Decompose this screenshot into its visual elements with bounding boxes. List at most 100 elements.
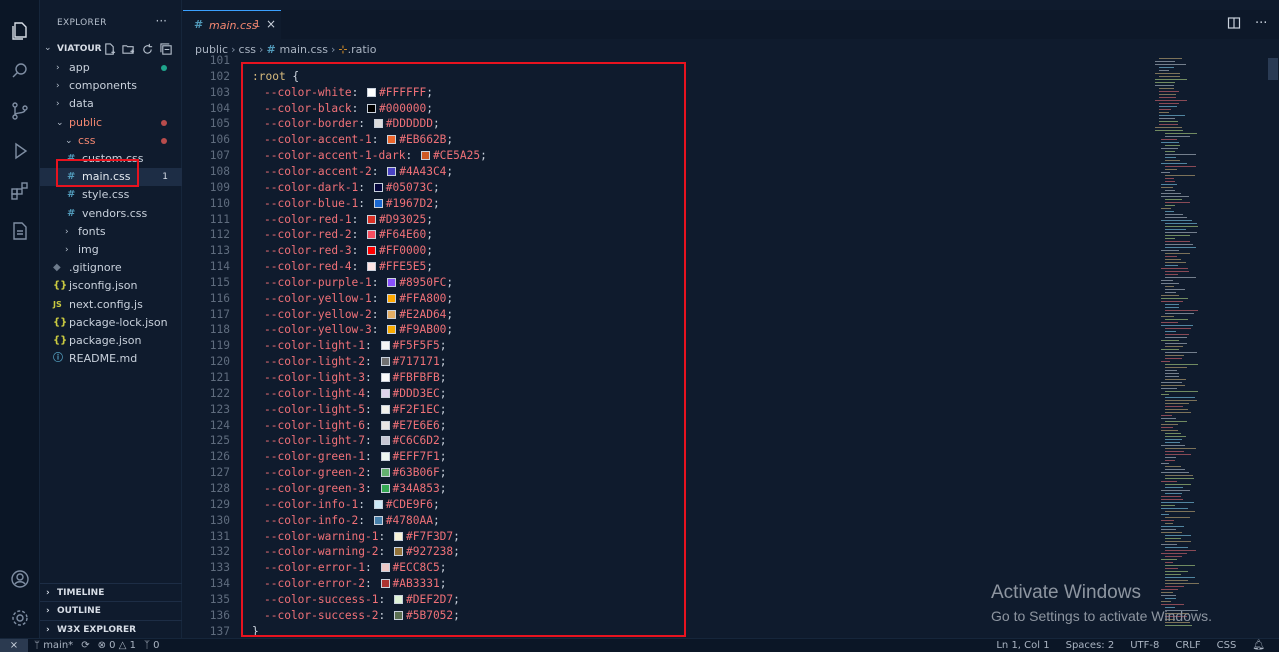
tree-file[interactable]: # style.css (40, 186, 182, 204)
account-icon[interactable] (9, 568, 31, 590)
minimap-line (1155, 100, 1188, 101)
minimap-line (1159, 103, 1180, 104)
tree-folder[interactable]: › components (40, 77, 182, 95)
line-number: 104 (209, 101, 230, 115)
minimap-line (1159, 70, 1169, 71)
minimap-line (1165, 169, 1178, 170)
tree-folder[interactable]: ⌄ public (40, 114, 182, 132)
refresh-icon[interactable] (141, 43, 155, 57)
encoding[interactable]: UTF-8 (1130, 639, 1159, 652)
line-number: 132 (209, 545, 230, 559)
outline-section[interactable]: › OUTLINE (40, 601, 182, 619)
notifications-bell-icon[interactable]: 🔔︎ (1252, 639, 1265, 652)
minimap-line (1165, 157, 1177, 158)
cursor-position[interactable]: Ln 1, Col 1 (996, 639, 1049, 652)
project-header[interactable]: ⌄ VIATOUR (40, 41, 182, 59)
split-editor-icon[interactable] (1227, 16, 1241, 30)
minimap-line (1161, 187, 1174, 188)
extensions-icon[interactable] (9, 180, 31, 202)
minimap-line (1165, 358, 1182, 359)
minimap-line (1165, 439, 1183, 440)
minimap-line (1159, 91, 1179, 92)
minimap-line (1161, 463, 1169, 464)
tree-file[interactable]: ⓘ README.md (40, 350, 182, 368)
vertical-scrollbar[interactable] (1268, 58, 1278, 80)
minimap-line (1161, 283, 1180, 284)
minimap-line (1165, 484, 1191, 485)
minimap-line (1165, 565, 1195, 566)
minimap-line (1165, 448, 1196, 449)
line-ending[interactable]: CRLF (1175, 639, 1200, 652)
ellipsis-icon[interactable]: ··· (156, 14, 167, 28)
minimap-line (1165, 244, 1194, 245)
tree-folder[interactable]: › img (40, 241, 182, 259)
explorer-files-icon[interactable] (9, 20, 31, 42)
remote-indicator-icon[interactable]: ⨯ (0, 639, 28, 652)
branch-indicator[interactable]: ᛘ main* (34, 639, 73, 652)
sync-icon[interactable]: ⟳ (81, 639, 89, 652)
project-name: VIATOUR (57, 44, 102, 54)
line-number: 124 (209, 418, 230, 432)
minimap-line (1165, 226, 1199, 227)
minimap-line (1161, 394, 1170, 395)
tab-main-css[interactable]: # main.css 1 × (183, 10, 281, 39)
w3x-explorer-section[interactable]: › W3X EXPLORER (40, 620, 182, 638)
minimap-line (1165, 541, 1192, 542)
tree-file[interactable]: {} package.json (40, 332, 182, 350)
info-file-icon: ⓘ (53, 353, 63, 365)
tree-item-label: app (69, 61, 90, 74)
minimap-line (1165, 328, 1192, 329)
problem-count-badge: 1 (162, 172, 168, 183)
ellipsis-icon[interactable]: ··· (1255, 16, 1269, 31)
line-number: 110 (209, 196, 230, 210)
tree-file[interactable]: # vendors.css (40, 205, 182, 223)
minimap-line (1165, 346, 1183, 347)
tree-folder[interactable]: › fonts (40, 223, 182, 241)
minimap-line (1161, 220, 1193, 221)
minimap-line (1165, 229, 1186, 230)
ports-indicator[interactable]: ᛉ 0 (144, 639, 160, 652)
minimap-line (1165, 625, 1192, 626)
line-number: 109 (209, 180, 230, 194)
new-file-icon[interactable] (103, 43, 117, 57)
tree-folder[interactable]: › data (40, 95, 182, 113)
tree-file[interactable]: {} jsconfig.json (40, 277, 182, 295)
problems-indicator[interactable]: ⊗ 0 △ 1 (98, 639, 136, 652)
minimap-line (1165, 397, 1196, 398)
collapse-all-icon[interactable] (160, 43, 174, 57)
minimap-line (1165, 190, 1176, 191)
minimap-line (1165, 289, 1185, 290)
json-file-icon: {} (53, 280, 68, 292)
tree-file[interactable]: ◆ .gitignore (40, 259, 182, 277)
minimap-line (1165, 376, 1179, 377)
minimap-line (1159, 58, 1182, 59)
minimap-line (1165, 304, 1180, 305)
tree-folder[interactable]: ⌄ css (40, 132, 182, 150)
minimap-line (1165, 547, 1189, 548)
minimap-line (1165, 352, 1198, 353)
new-folder-icon[interactable] (122, 43, 136, 57)
minimap-line (1165, 175, 1195, 176)
git-file-icon: ◆ (53, 262, 61, 274)
indentation[interactable]: Spaces: 2 (1066, 639, 1115, 652)
timeline-section[interactable]: › TIMELINE (40, 583, 182, 601)
minimap-line (1165, 331, 1177, 332)
minimap-line (1159, 109, 1171, 110)
close-icon[interactable]: × (266, 17, 276, 31)
document-icon[interactable] (9, 220, 31, 242)
minimap-line (1165, 313, 1194, 314)
minimap-line (1161, 280, 1174, 281)
source-control-icon[interactable] (9, 100, 31, 122)
line-number: 107 (209, 149, 230, 163)
tree-file[interactable]: JS next.config.js (40, 296, 182, 314)
tree-folder[interactable]: › app (40, 59, 182, 77)
settings-gear-icon[interactable] (9, 607, 31, 629)
run-debug-icon[interactable] (9, 140, 31, 162)
minimap-line (1165, 343, 1187, 344)
search-icon[interactable] (9, 60, 31, 82)
minimap[interactable] (1155, 58, 1265, 638)
minimap-line (1165, 166, 1196, 167)
language-mode[interactable]: CSS (1217, 639, 1237, 652)
tree-file[interactable]: {} package-lock.json (40, 314, 182, 332)
tree-item-label: fonts (78, 224, 106, 238)
